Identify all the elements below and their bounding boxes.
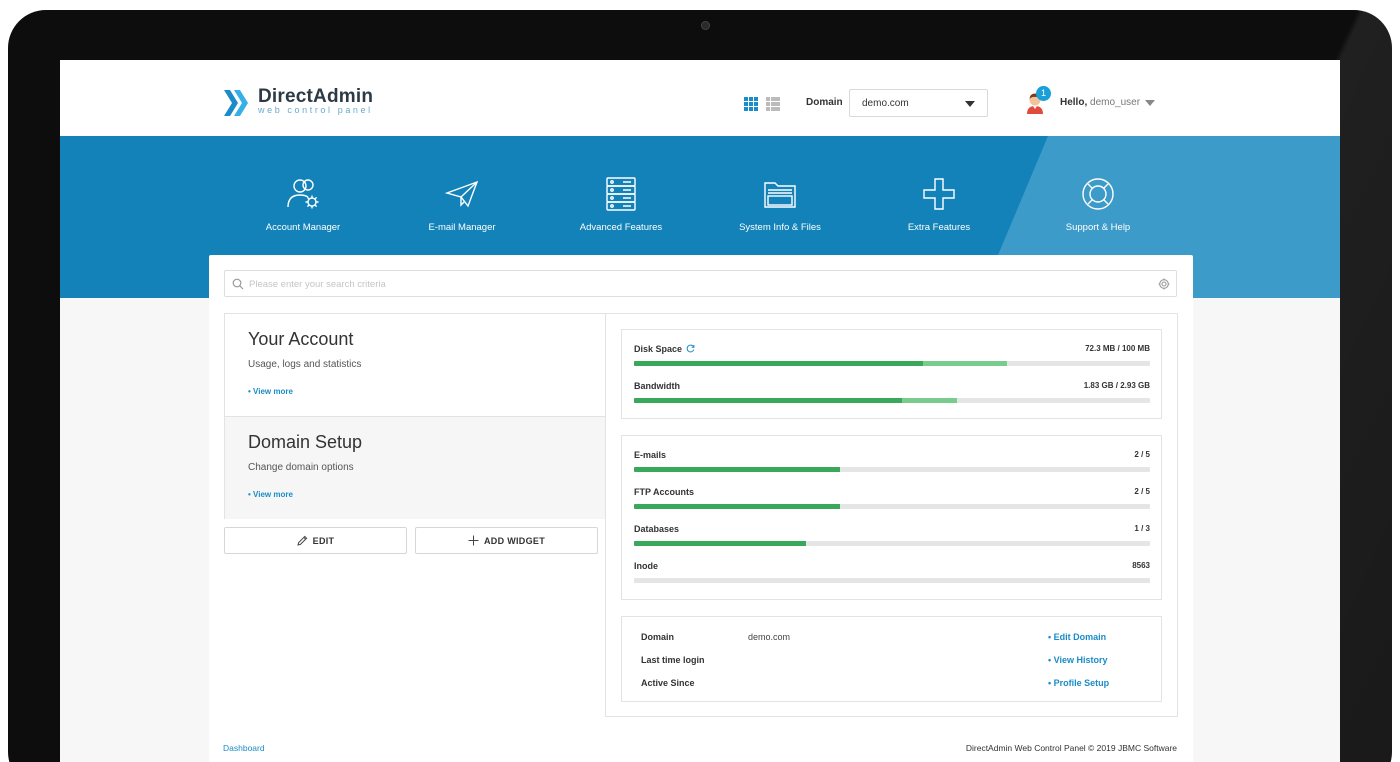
info-key: Active Since — [641, 678, 695, 688]
dashboard-panel: Your Account Usage, logs and statistics … — [209, 255, 1193, 762]
nav-label: Support & Help — [1065, 222, 1131, 233]
screen: DirectAdmin web control panel Domain dem… — [60, 60, 1340, 762]
usage-bar-fill — [634, 361, 923, 366]
nav-support-help[interactable]: Support & Help — [1028, 177, 1168, 233]
stat-value: 72.3 MB / 100 MB — [1085, 344, 1150, 353]
search-icon — [232, 278, 244, 290]
card-title: Domain Setup — [248, 432, 363, 452]
edit-button-label: EDIT — [312, 535, 335, 546]
nav-label: Advanced Features — [579, 222, 663, 233]
card-subtitle: Usage, logs and statistics — [248, 359, 362, 370]
domain-label: Domain — [806, 97, 843, 108]
stat-name: Bandwidth — [634, 381, 680, 391]
caret-down-icon — [965, 101, 975, 107]
add-widget-button[interactable]: ADD WIDGET — [415, 527, 598, 554]
usage-bar — [634, 361, 1150, 366]
edit-domain-link[interactable]: • Edit Domain — [1048, 632, 1168, 642]
view-more-link[interactable]: • View more — [248, 387, 293, 396]
user-greeting[interactable]: Hello, demo_user — [1060, 97, 1140, 108]
list-view-icon[interactable] — [766, 97, 780, 111]
stat-name: Disk Space — [634, 344, 695, 354]
camera-dot — [701, 21, 710, 30]
card-subtitle: Change domain options — [248, 462, 354, 473]
nav-label: System Info & Files — [739, 222, 821, 233]
paper-plane-icon — [444, 180, 479, 208]
lifebuoy-icon — [1082, 178, 1114, 210]
info-key: Domain — [641, 632, 675, 642]
info-key: Last time login — [641, 655, 705, 665]
stat-name: FTP Accounts — [634, 487, 695, 497]
view-history-link[interactable]: • View History — [1048, 655, 1168, 665]
edit-button[interactable]: EDIT — [224, 527, 407, 554]
grid-view-icon[interactable] — [744, 97, 758, 111]
refresh-icon[interactable] — [686, 344, 695, 353]
breadcrumb-dashboard[interactable]: Dashboard — [223, 743, 265, 753]
folder-icon — [764, 182, 796, 208]
card-domain-setup[interactable]: Domain Setup Change domain options • Vie… — [225, 416, 605, 519]
notification-badge[interactable]: 1 — [1036, 86, 1051, 101]
footer-copyright: DirectAdmin Web Control Panel © 2019 JBM… — [965, 743, 1177, 753]
domain-select-value: demo.com — [862, 98, 909, 109]
stat-name: E-mails — [634, 450, 667, 460]
user-menu-caret-icon[interactable] — [1145, 100, 1155, 106]
logo-tagline: web control panel — [258, 105, 373, 115]
gear-icon[interactable] — [1158, 278, 1170, 290]
usage-bar-fill — [634, 467, 841, 472]
usage-bar-fill — [634, 541, 806, 546]
stat-value: 2 / 5 — [1134, 487, 1150, 496]
stat-name: Databases — [634, 524, 680, 534]
nav-label: Extra Features — [907, 222, 971, 233]
server-icon — [606, 177, 636, 211]
username-text: demo_user — [1090, 97, 1141, 108]
view-more-link[interactable]: • View more — [248, 490, 293, 499]
usage-bar-fill — [634, 504, 841, 509]
nav-extra-features[interactable]: Extra Features — [869, 177, 1009, 233]
stat-value: 2 / 5 — [1134, 450, 1150, 459]
nav-account-manager[interactable]: Account Manager — [233, 177, 373, 233]
nav-label: Account Manager — [265, 222, 341, 233]
nav-system-info-files[interactable]: System Info & Files — [710, 177, 850, 233]
profile-setup-link[interactable]: • Profile Setup — [1048, 678, 1168, 688]
greeting-text: Hello, — [1060, 97, 1088, 108]
plus-small-icon — [468, 535, 479, 546]
search-bar — [224, 270, 1177, 297]
card-title: Your Account — [248, 329, 354, 349]
stat-value: 8563 — [1132, 561, 1150, 570]
pencil-icon — [296, 535, 307, 546]
nav-email-manager[interactable]: E-mail Manager — [392, 177, 532, 233]
usage-box: Disk Space 72.3 MB / 100 MB Bandwidth 1.… — [621, 329, 1162, 419]
limits-box: E-mails 2 / 5 FTP Accounts 2 / 5 Databas… — [621, 435, 1162, 600]
usage-bar — [634, 467, 1150, 472]
card-your-account[interactable]: Your Account Usage, logs and statistics … — [225, 314, 605, 417]
nav-advanced-features[interactable]: Advanced Features — [551, 177, 691, 233]
search-input[interactable] — [249, 276, 1129, 292]
users-gear-icon — [287, 179, 319, 209]
logo[interactable]: DirectAdmin web control panel — [224, 86, 373, 120]
usage-bar — [634, 541, 1150, 546]
nav-label: E-mail Manager — [428, 222, 496, 233]
top-header: DirectAdmin web control panel Domain dem… — [60, 60, 1340, 136]
domain-select[interactable]: demo.com — [849, 89, 988, 117]
domain-info-box: Domain demo.com • Edit Domain Last time … — [621, 616, 1162, 702]
widget-list: Your Account Usage, logs and statistics … — [224, 313, 606, 519]
usage-bar — [634, 398, 1150, 403]
stat-value: 1 / 3 — [1134, 524, 1150, 533]
stat-value: 1.83 GB / 2.93 GB — [1083, 381, 1150, 390]
usage-bar-fill — [634, 398, 903, 403]
usage-bar — [634, 578, 1150, 583]
info-value: demo.com — [748, 632, 791, 642]
logo-chevrons-icon — [224, 90, 248, 116]
usage-bar — [634, 504, 1150, 509]
stat-name: Inode — [634, 561, 658, 571]
plus-icon — [923, 178, 955, 210]
add-widget-button-label: ADD WIDGET — [484, 535, 545, 546]
stats-column: Disk Space 72.3 MB / 100 MB Bandwidth 1.… — [605, 313, 1178, 717]
